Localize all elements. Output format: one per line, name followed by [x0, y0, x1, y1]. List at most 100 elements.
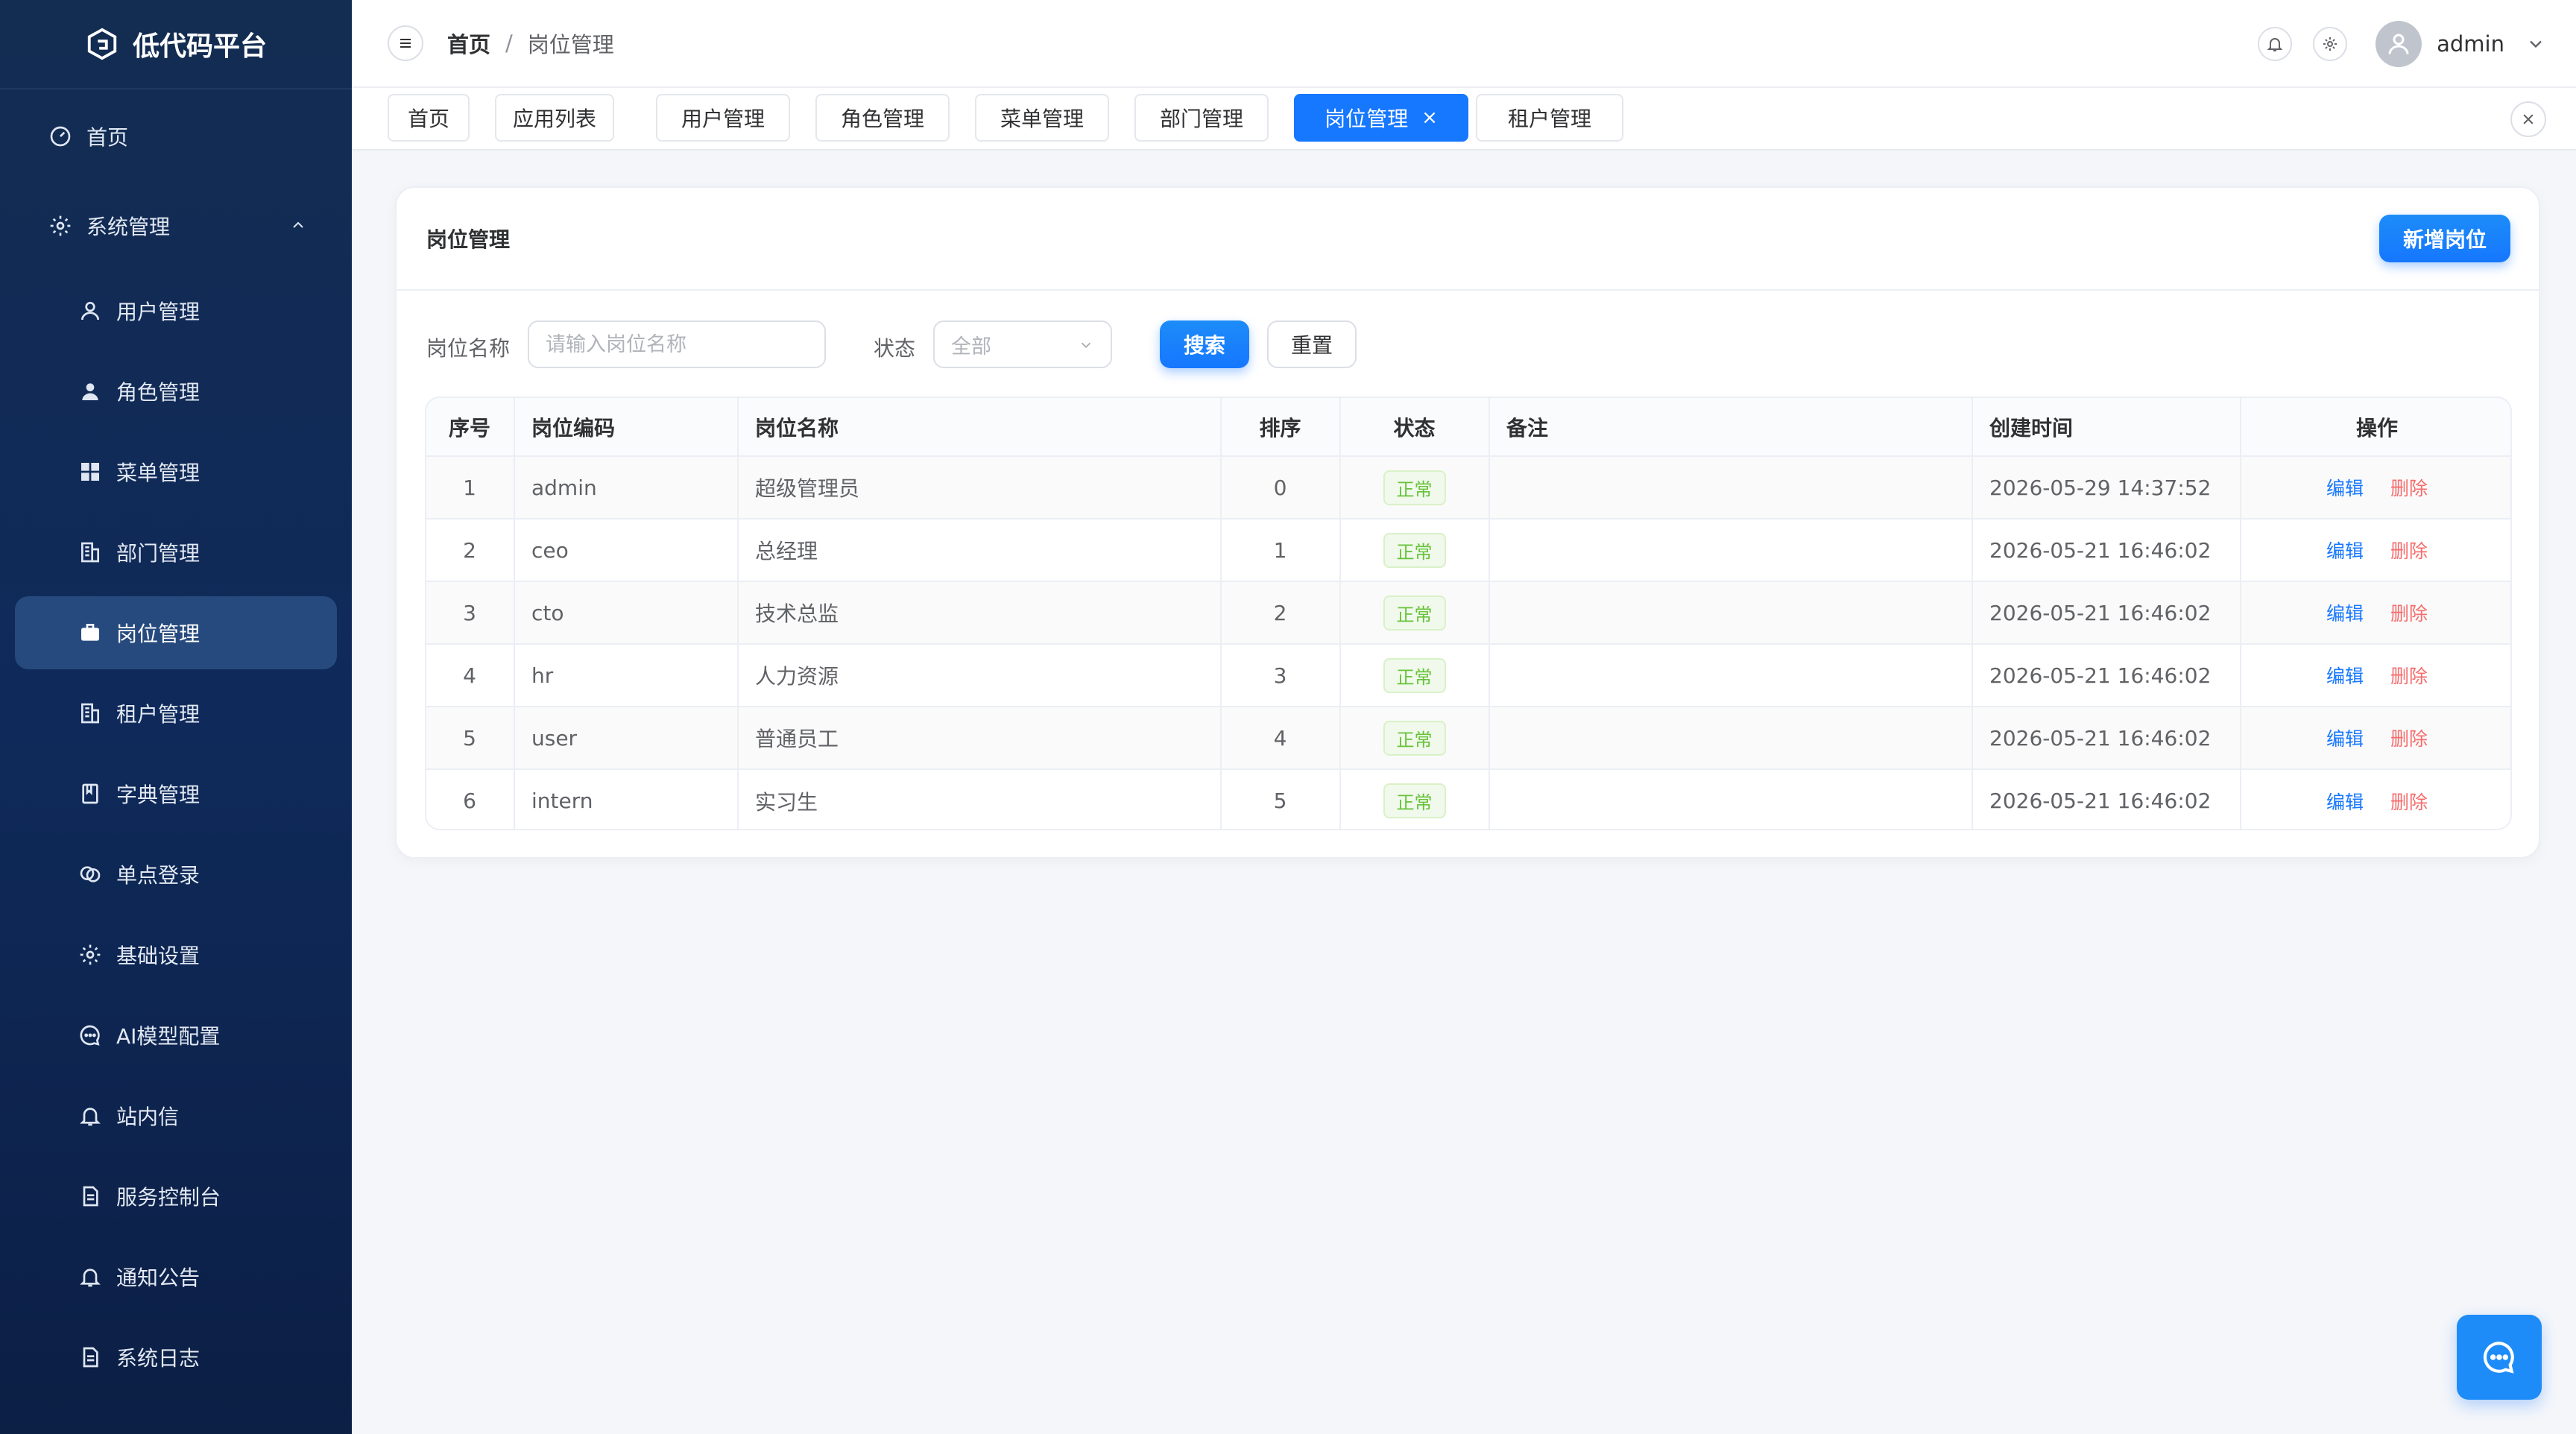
delete-link[interactable]: 删除	[2390, 540, 2428, 562]
app-title: 低代码平台	[132, 31, 267, 62]
app-logo[interactable]: 低代码平台	[0, 0, 352, 89]
tab-label: 部门管理	[1159, 107, 1243, 131]
cell-status: 正常	[1340, 519, 1490, 582]
sidebar-item-system[interactable]: 系统管理	[15, 189, 337, 262]
sidebar-item-label: 站内信	[116, 1105, 180, 1129]
search-button[interactable]: 搜索	[1160, 320, 1249, 368]
tab-label: 应用列表	[512, 107, 596, 131]
sidebar-item-roles[interactable]: 角色管理	[15, 355, 337, 428]
sidebar-item-label: 单点登录	[116, 863, 201, 888]
delete-link[interactable]: 删除	[2390, 478, 2428, 499]
cell-name: 超级管理员	[738, 456, 1222, 519]
cell-no: 2	[426, 519, 515, 582]
edit-link[interactable]: 编辑	[2326, 728, 2364, 750]
delete-link[interactable]: 删除	[2390, 792, 2428, 813]
positions-table: 序号 岗位编码 岗位名称 排序 状态 备注 创建时间 操作 1 admin 超级…	[425, 397, 2512, 830]
sidebar-item-tenants[interactable]: 租户管理	[15, 677, 337, 750]
tab-departments[interactable]: 部门管理	[1134, 94, 1269, 142]
cell-name: 普通员工	[738, 707, 1222, 770]
tab-menus[interactable]: 菜单管理	[975, 94, 1109, 142]
tab-tenants[interactable]: 租户管理	[1476, 94, 1623, 142]
close-all-tabs-button[interactable]	[2510, 101, 2546, 137]
cell-actions: 编辑 删除	[2241, 456, 2510, 519]
delete-link[interactable]: 删除	[2390, 728, 2428, 750]
sidebar-item-users[interactable]: 用户管理	[15, 274, 337, 347]
edit-link[interactable]: 编辑	[2326, 666, 2364, 687]
tab-app-list[interactable]: 应用列表	[495, 94, 614, 142]
gear-icon	[2323, 37, 2337, 51]
sidebar-item-label: 岗位管理	[116, 622, 201, 646]
tab-label: 岗位管理	[1325, 107, 1409, 131]
chat-icon	[2483, 1342, 2514, 1374]
cell-code: intern	[514, 769, 739, 829]
sidebar-item-service-console[interactable]: 服务控制台	[15, 1160, 337, 1233]
building-icon	[78, 540, 103, 565]
cell-remark	[1489, 644, 1973, 707]
cell-sort: 3	[1221, 644, 1341, 707]
gear-icon	[48, 213, 73, 239]
cell-sort: 5	[1221, 769, 1341, 829]
sidebar-item-basic-settings[interactable]: 基础设置	[15, 918, 337, 991]
notifications-button[interactable]	[2258, 27, 2293, 61]
cell-name: 实习生	[738, 769, 1222, 829]
cell-code: user	[514, 707, 739, 770]
edit-link[interactable]: 编辑	[2326, 478, 2364, 499]
menu-toggle-button[interactable]	[388, 25, 423, 61]
cell-created: 2026-05-29 14:37:52	[1972, 456, 2241, 519]
sidebar-item-label: 首页	[86, 125, 129, 150]
sidebar-item-ai-models[interactable]: AI模型配置	[15, 999, 337, 1072]
cell-no: 5	[426, 707, 515, 770]
edit-link[interactable]: 编辑	[2326, 540, 2364, 562]
sidebar-item-menus[interactable]: 菜单管理	[15, 435, 337, 508]
column-header: 备注	[1489, 398, 1973, 457]
sidebar-item-departments[interactable]: 部门管理	[15, 516, 337, 589]
delete-link[interactable]: 删除	[2390, 666, 2428, 687]
sidebar-item-label: 服务控制台	[116, 1185, 221, 1210]
chevron-down-icon	[1081, 342, 1091, 349]
edit-link[interactable]: 编辑	[2326, 792, 2364, 813]
username[interactable]: admin	[2437, 31, 2504, 57]
cell-actions: 编辑 删除	[2241, 581, 2510, 645]
tab-roles[interactable]: 角色管理	[815, 94, 950, 142]
chevron-down-icon[interactable]	[2525, 34, 2546, 54]
edit-link[interactable]: 编辑	[2326, 603, 2364, 625]
cell-name: 人力资源	[738, 644, 1222, 707]
breadcrumb-home[interactable]: 首页	[447, 28, 490, 59]
table-row: 6 intern 实习生 5 正常 2026-05-21 16:46:02 编辑…	[426, 769, 2510, 829]
delete-link[interactable]: 删除	[2390, 603, 2428, 625]
cell-code: admin	[514, 456, 739, 519]
sidebar-item-home[interactable]: 首页	[15, 100, 337, 173]
cell-sort: 2	[1221, 581, 1341, 645]
tab-home[interactable]: 首页	[388, 94, 470, 142]
sidebar-item-dictionary[interactable]: 字典管理	[15, 757, 337, 830]
avatar[interactable]	[2375, 21, 2422, 67]
sidebar-item-positions[interactable]: 岗位管理	[15, 596, 337, 669]
reset-button[interactable]: 重置	[1267, 320, 1357, 368]
sidebar-item-label: 基础设置	[116, 944, 201, 968]
chat-assistant-button[interactable]	[2457, 1315, 2542, 1400]
close-icon[interactable]: ×	[1421, 107, 1438, 129]
hamburger-icon	[400, 39, 411, 48]
sidebar-item-inbox[interactable]: 站内信	[15, 1079, 337, 1152]
document-icon	[78, 1345, 103, 1370]
tab-positions[interactable]: 岗位管理 ×	[1294, 94, 1468, 142]
cell-status: 正常	[1340, 644, 1490, 707]
header-actions: admin	[2258, 0, 2546, 88]
table-row: 5 user 普通员工 4 正常 2026-05-21 16:46:02 编辑 删…	[426, 707, 2510, 770]
status-select[interactable]: 全部	[933, 320, 1112, 368]
sidebar-item-system-logs[interactable]: 系统日志	[15, 1321, 337, 1394]
position-name-input[interactable]	[528, 320, 826, 368]
cell-remark	[1489, 456, 1973, 519]
add-position-button[interactable]: 新增岗位	[2379, 215, 2510, 262]
tab-users[interactable]: 用户管理	[656, 94, 790, 142]
bell-icon	[78, 1103, 103, 1128]
document-icon	[78, 1184, 103, 1209]
status-filter-label: 状态	[874, 336, 916, 361]
cell-created: 2026-05-21 16:46:02	[1972, 519, 2241, 582]
cell-name: 技术总监	[738, 581, 1222, 645]
settings-button[interactable]	[2313, 27, 2348, 61]
column-header: 岗位编码	[514, 398, 739, 457]
sidebar-item-announcements[interactable]: 通知公告	[15, 1240, 337, 1313]
sidebar-item-sso[interactable]: 单点登录	[15, 838, 337, 911]
cell-code: ceo	[514, 519, 739, 582]
